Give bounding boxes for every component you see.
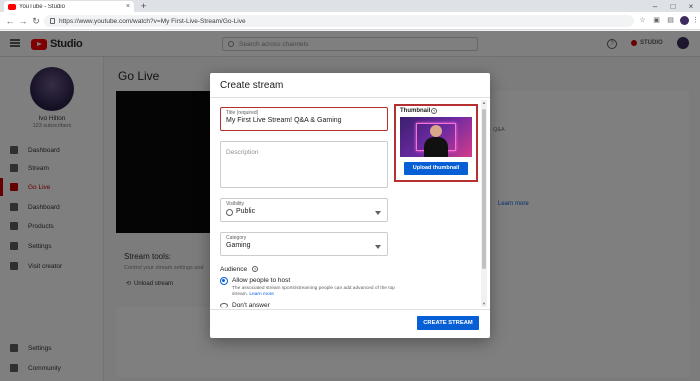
extension-icon[interactable]: ▣ bbox=[652, 16, 661, 25]
title-field-label: Title (required) bbox=[226, 110, 259, 116]
tab-close-icon[interactable]: × bbox=[126, 3, 130, 10]
dont-answer-label[interactable]: Don't answer bbox=[232, 302, 270, 308]
divider bbox=[210, 309, 490, 310]
upload-thumbnail-button[interactable]: Upload thumbnail bbox=[404, 162, 468, 175]
audience-title: Audience bbox=[220, 266, 248, 273]
address-bar[interactable]: https://www.youtube.com/watch?v=My First… bbox=[44, 15, 634, 27]
screen: YouTube - Studio × + – □ × ← → ↻ https:/… bbox=[0, 0, 700, 381]
forward-icon[interactable]: → bbox=[17, 15, 29, 27]
url-text: https://www.youtube.com/watch?v=My First… bbox=[59, 17, 246, 25]
new-tab-button[interactable]: + bbox=[141, 0, 146, 12]
divider bbox=[210, 97, 490, 98]
learn-more-link[interactable]: Learn more bbox=[249, 292, 274, 297]
scroll-down-icon[interactable]: ▼ bbox=[482, 301, 486, 306]
create-stream-button[interactable]: CREATE STREAM bbox=[417, 316, 479, 330]
scrollbar-thumb[interactable] bbox=[482, 109, 486, 269]
allow-host-label[interactable]: Allow people to host bbox=[232, 277, 290, 284]
globe-icon bbox=[226, 209, 233, 216]
allow-host-description: The associated stream sports/streaming p… bbox=[232, 286, 407, 298]
scroll-up-icon[interactable]: ▲ bbox=[482, 100, 486, 105]
category-value: Gaming bbox=[226, 242, 251, 249]
help-icon[interactable]: ? bbox=[252, 266, 258, 272]
visibility-label: Visibility bbox=[226, 201, 244, 207]
title-field[interactable]: Title (required) My First Live Stream! Q… bbox=[220, 107, 388, 131]
chevron-down-icon bbox=[375, 211, 381, 215]
help-icon[interactable]: ? bbox=[431, 108, 437, 114]
reload-icon[interactable]: ↻ bbox=[30, 15, 42, 27]
allow-host-radio[interactable] bbox=[220, 277, 228, 285]
category-label: Category bbox=[226, 235, 247, 241]
profile-icon[interactable] bbox=[680, 16, 689, 25]
minimize-icon[interactable]: – bbox=[646, 0, 664, 12]
dialog-title: Create stream bbox=[220, 80, 284, 91]
more-icon[interactable]: ⋮ bbox=[691, 16, 700, 25]
thumbnail-person-body bbox=[424, 137, 448, 157]
browser-tab[interactable]: YouTube - Studio × bbox=[4, 1, 134, 12]
close-window-icon[interactable]: × bbox=[682, 0, 700, 12]
description-field[interactable]: Description bbox=[220, 141, 388, 188]
browser-toolbar: ← → ↻ https://www.youtube.com/watch?v=My… bbox=[0, 12, 700, 30]
thumbnail-preview bbox=[400, 117, 472, 157]
dont-answer-radio[interactable] bbox=[220, 303, 228, 308]
visibility-value: Public bbox=[236, 208, 256, 215]
description-placeholder: Description bbox=[226, 149, 259, 156]
category-select[interactable]: Category Gaming bbox=[220, 232, 388, 256]
thumbnail-section: Thumbnail ? Upload thumbnail bbox=[394, 104, 478, 182]
thumbnail-person-head bbox=[430, 125, 442, 137]
lock-icon bbox=[50, 18, 55, 24]
tab-title: YouTube - Studio bbox=[19, 3, 65, 10]
star-icon[interactable]: ☆ bbox=[638, 16, 647, 25]
maximize-icon[interactable]: □ bbox=[664, 0, 682, 12]
create-stream-dialog: Create stream Title (required) My First … bbox=[210, 73, 490, 338]
chevron-down-icon bbox=[375, 245, 381, 249]
back-icon[interactable]: ← bbox=[4, 15, 16, 27]
browser-tabbar: YouTube - Studio × + – □ × bbox=[0, 0, 700, 12]
thumbnail-label: Thumbnail bbox=[400, 108, 431, 114]
extension-icon[interactable]: ▤ bbox=[666, 16, 675, 25]
title-field-value: My First Live Stream! Q&A & Gaming bbox=[226, 117, 342, 124]
youtube-favicon-icon bbox=[8, 3, 16, 10]
visibility-select[interactable]: Visibility Public bbox=[220, 198, 388, 222]
